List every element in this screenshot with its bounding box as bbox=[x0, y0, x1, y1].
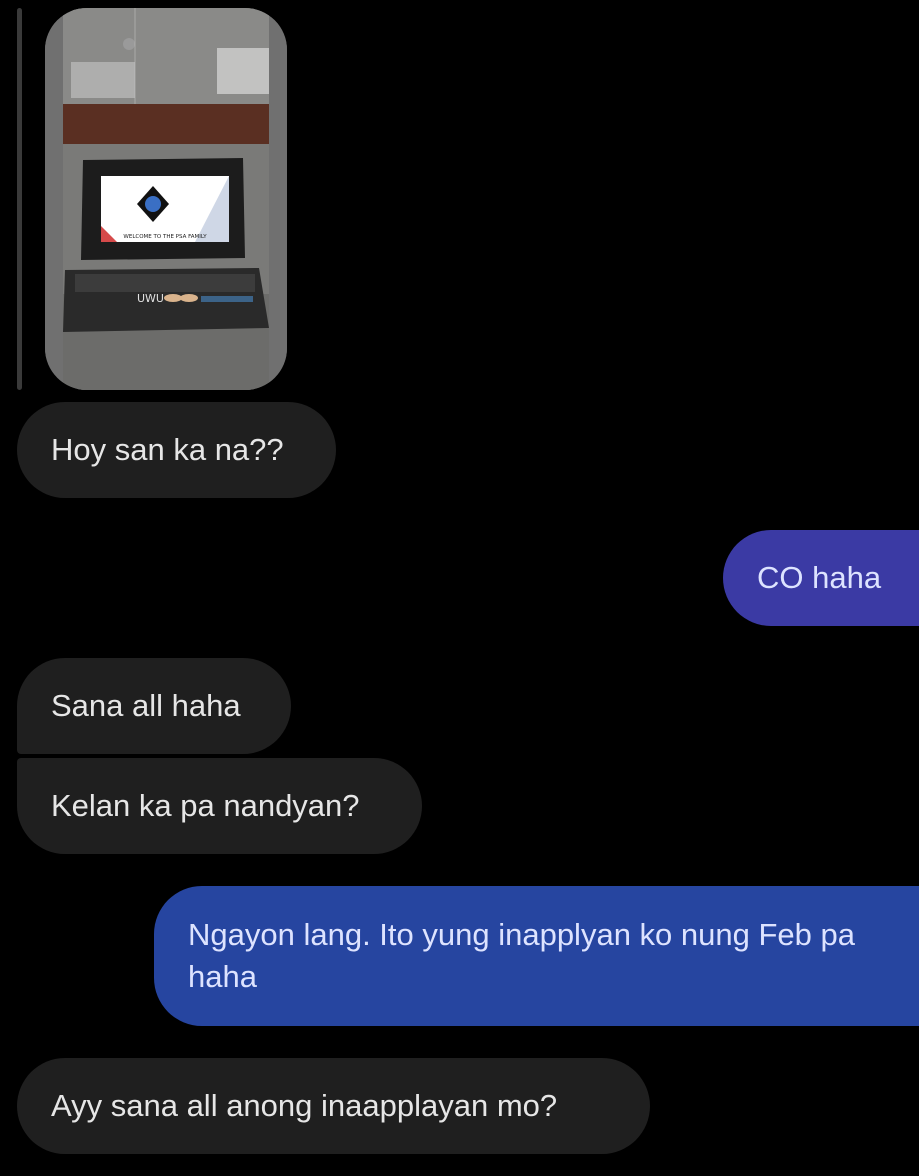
photo-image: WELCOME TO THE PSA FAMILY UWU bbox=[45, 8, 287, 390]
message-text: Ayy sana all anong inaapplayan mo? bbox=[51, 1088, 558, 1123]
reply-indicator-bar bbox=[17, 8, 22, 390]
message-bubble-incoming[interactable]: Hoy san ka na?? bbox=[17, 402, 336, 498]
message-bubble-incoming[interactable]: Kelan ka pa nandyan? bbox=[17, 758, 422, 854]
photo-message[interactable]: WELCOME TO THE PSA FAMILY UWU bbox=[45, 8, 287, 390]
photo-caption: UWU bbox=[137, 292, 164, 305]
laptop-screen-text: WELCOME TO THE PSA FAMILY bbox=[123, 234, 207, 240]
message-bubble-outgoing[interactable]: CO haha bbox=[723, 530, 919, 626]
message-text: CO haha bbox=[757, 560, 882, 595]
message-text: Ngayon lang. Ito yung inapplyan ko nung … bbox=[188, 917, 855, 994]
message-text: Sana all haha bbox=[51, 688, 241, 723]
message-bubble-outgoing[interactable]: Ngayon lang. Ito yung inapplyan ko nung … bbox=[154, 886, 919, 1026]
message-bubble-incoming[interactable]: Ayy sana all anong inaapplayan mo? bbox=[17, 1058, 650, 1154]
message-bubble-incoming[interactable]: Sana all haha bbox=[17, 658, 291, 754]
message-text: Kelan ka pa nandyan? bbox=[51, 788, 360, 823]
message-text: Hoy san ka na?? bbox=[51, 432, 284, 467]
